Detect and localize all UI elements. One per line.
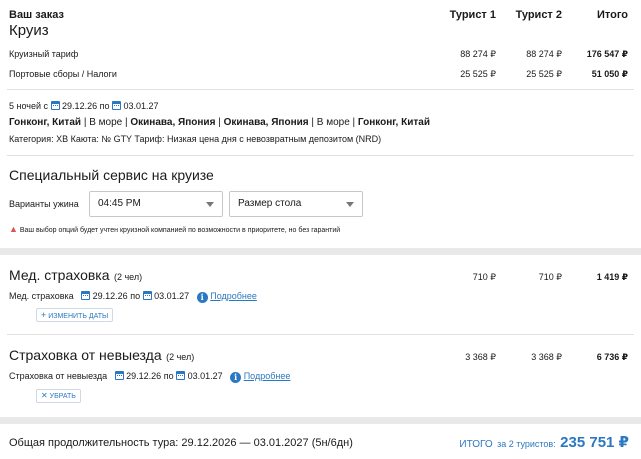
cancel-insurance-title: Страховка от невыезда (9, 347, 162, 363)
route-segment: | (308, 117, 317, 128)
route-segment: В море (316, 117, 350, 128)
row-port-fees-total: 51 050 ₽ (591, 69, 628, 79)
calendar-icon (50, 101, 60, 110)
order-subtitle: Круиз (9, 22, 49, 39)
medical-by: по (130, 291, 141, 301)
route-segment: В море (89, 117, 123, 128)
cancel-insurance-heading: Страховка от невыезда (2 чел) (9, 347, 194, 365)
medical-insurance-heading: Мед. страховка (2 чел) (9, 267, 142, 285)
dinner-options-label: Варианты ужина (9, 199, 79, 209)
close-icon: ✕ (41, 391, 48, 400)
medical-insurance-count: (2 чел) (113, 272, 143, 282)
remove-label: Убрать (49, 393, 76, 400)
calendar-icon (81, 291, 91, 300)
cancel-total: 6 736 ₽ (596, 352, 628, 362)
route-segment: | (81, 117, 90, 128)
row-cruise-fare-t1: 88 274 ₽ (460, 49, 496, 59)
cruise-date-to: 03.01.27 (123, 101, 159, 111)
change-dates-button[interactable]: + Изменить даты (36, 308, 114, 322)
warning-text: Ваш выбор опций будет учтен круизной ком… (19, 227, 341, 234)
row-cruise-fare-t2: 88 274 ₽ (526, 49, 562, 59)
special-service-title: Специальный сервис на круизе (9, 167, 214, 183)
col-tourist-2: Турист 2 (515, 9, 562, 21)
medical-t2: 710 ₽ (538, 272, 562, 282)
calendar-icon (112, 101, 122, 110)
warning-note: ▲ Ваш выбор опций будет учтен круизной к… (9, 224, 340, 234)
route-segment: Гонконг, Китай (9, 117, 82, 128)
cruise-date-from: 29.12.26 (62, 101, 98, 111)
cancel-date-to: 03.01.27 (187, 371, 223, 381)
cruise-route: Гонконг, Китай | В море | Окинава, Япони… (9, 117, 430, 128)
cancel-line: Страховка от невыезда 29.12.26 по 03.01.… (9, 371, 290, 383)
divider (7, 334, 634, 335)
change-dates-label: Изменить даты (48, 313, 109, 320)
order-title: Ваш заказ (9, 9, 64, 21)
medical-date-from: 29.12.26 (92, 291, 128, 301)
row-cruise-fare-total: 176 547 ₽ (586, 49, 628, 59)
cancel-t2: 3 368 ₽ (531, 352, 562, 362)
dinner-time-value: 04:45 PM (98, 198, 141, 209)
route-segment: | (215, 117, 224, 128)
cancel-by: по (163, 371, 174, 381)
order-card: Ваш заказ Круиз Турист 1 Турист 2 Итого … (0, 0, 641, 248)
info-icon: i (230, 372, 242, 383)
calendar-icon (114, 371, 124, 380)
route-segment: Окинава, Япония (223, 117, 309, 128)
medical-line: Мед. страховка 29.12.26 по 03.01.27 i По… (9, 291, 257, 303)
cruise-nights: 5 ночей с (9, 101, 49, 111)
divider (7, 89, 634, 90)
cruise-dates: 5 ночей с 29.12.26 по 03.01.27 (9, 101, 159, 111)
row-cruise-fare-label: Круизный тариф (9, 49, 79, 59)
route-segment: Гонконг, Китай (357, 117, 430, 128)
cancel-insurance-count: (2 чел) (166, 352, 195, 362)
footer-bar: Общая продолжительность тура: 29.12.2026… (0, 424, 641, 459)
total-for: за 2 туристов: (497, 439, 556, 449)
chevron-down-icon (206, 202, 214, 207)
cancel-t1: 3 368 ₽ (465, 352, 496, 362)
chevron-down-icon (346, 202, 354, 207)
divider (7, 155, 634, 156)
grand-total: ИТОГО за 2 туристов: 235 751 ₽ (459, 433, 629, 452)
insurance-card: Мед. страховка (2 чел) 710 ₽ 710 ₽ 1 419… (0, 255, 641, 417)
dinner-time-select[interactable]: 04:45 PM (89, 191, 223, 217)
medical-insurance-title: Мед. страховка (9, 267, 110, 283)
plus-icon: + (41, 310, 47, 320)
medical-more-link[interactable]: Подробнее (210, 291, 257, 301)
table-size-value: Размер стола (238, 198, 302, 209)
medical-line-label: Мед. страховка (9, 291, 74, 301)
calendar-icon (142, 291, 152, 300)
remove-button[interactable]: ✕ Убрать (36, 389, 81, 403)
medical-total: 1 419 ₽ (596, 272, 628, 282)
cruise-details: Категория: XB Каюта: № GTY Тариф: Низкая… (9, 134, 382, 144)
cancel-more-link[interactable]: Подробнее (244, 371, 291, 381)
calendar-icon (176, 371, 186, 380)
table-size-select[interactable]: Размер стола (229, 191, 363, 217)
cancel-line-label: Страховка от невыезда (9, 371, 108, 381)
total-value: 235 751 ₽ (560, 434, 629, 451)
route-segment: Окинава, Япония (130, 117, 216, 128)
tour-duration: Общая продолжительность тура: 29.12.2026… (9, 437, 353, 449)
info-icon: i (196, 292, 208, 303)
row-port-fees-t1: 25 525 ₽ (460, 69, 496, 79)
row-port-fees-label: Портовые сборы / Налоги (9, 69, 117, 79)
cancel-date-from: 29.12.26 (126, 371, 162, 381)
col-total: Итого (596, 9, 628, 21)
row-port-fees-t2: 25 525 ₽ (526, 69, 562, 79)
medical-t1: 710 ₽ (472, 272, 496, 282)
total-label: ИТОГО (459, 439, 493, 450)
warning-icon: ▲ (9, 224, 18, 234)
col-tourist-1: Турист 1 (449, 9, 496, 21)
cruise-by: по (99, 101, 110, 111)
medical-date-to: 03.01.27 (154, 291, 190, 301)
route-segment: | (349, 117, 358, 128)
